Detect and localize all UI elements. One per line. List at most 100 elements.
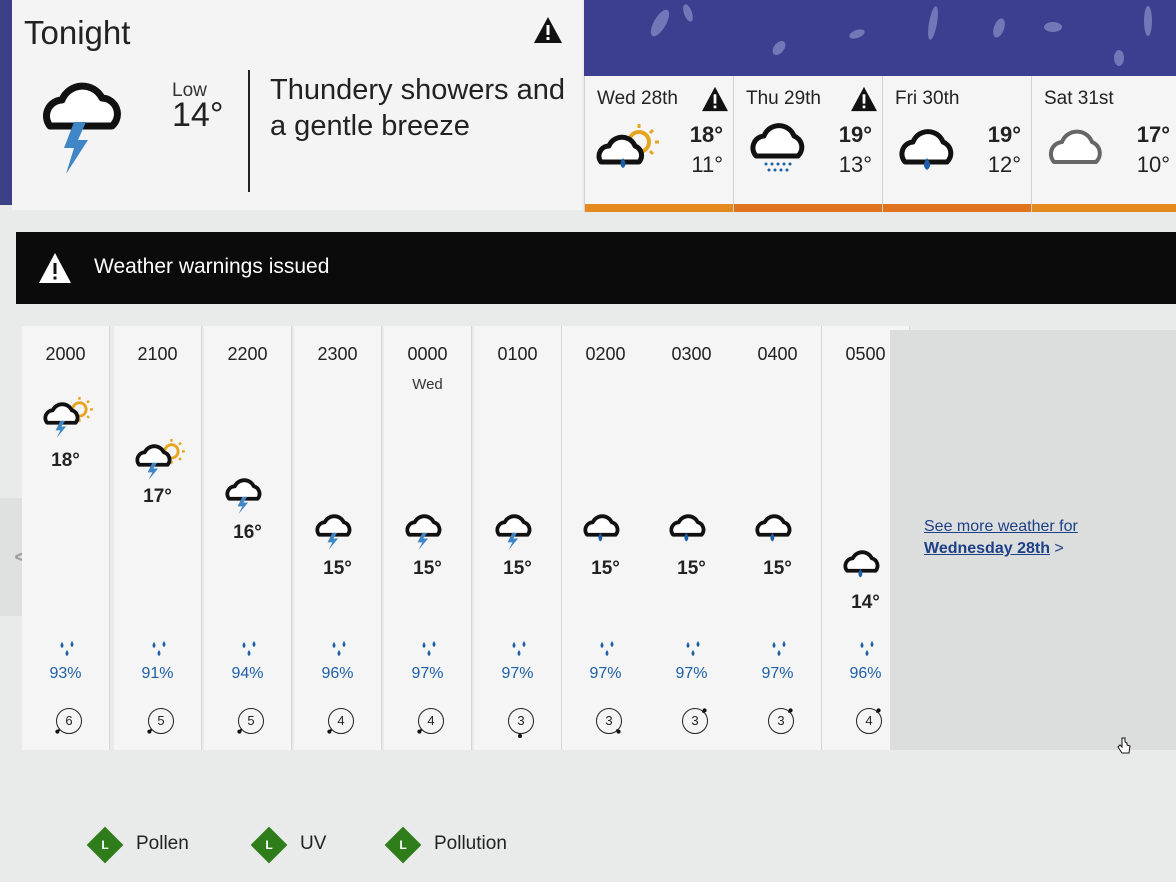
wind-speed: 3 (768, 708, 794, 734)
uv-label: UV (300, 833, 327, 854)
weather-background-image (584, 0, 1176, 76)
day-card-wed[interactable]: Wed 28th 18° 11° (584, 76, 733, 212)
rain-chance: 97% (501, 665, 534, 682)
wind-direction-icon: 4 (412, 706, 448, 738)
pollution-level: L (399, 838, 407, 852)
warning-triangle-icon (702, 86, 728, 112)
day-name: Sat 31st (1044, 88, 1114, 109)
hour-column: 2300 15° 96% 4 (294, 326, 382, 750)
hour-time: 2100 (137, 344, 178, 364)
day-name: Thu 29th (746, 88, 821, 109)
wind-direction-icon: 5 (142, 706, 178, 738)
tonight-title: Tonight (24, 14, 131, 51)
wind-speed: 3 (596, 708, 622, 734)
raindrops-icon (768, 640, 792, 660)
tonight-panel: Tonight Low 14° Thundery showers and a g… (12, 0, 582, 210)
background-edge (0, 0, 12, 205)
raindrops-icon (328, 640, 352, 660)
wind-speed: 5 (148, 708, 174, 734)
tonight-description: Thundery showers and a gentle breeze (270, 74, 565, 142)
pollen-level: L (101, 838, 109, 852)
rain-chance: 97% (761, 665, 794, 682)
hour-column: 2000 18° 93% 6 (22, 326, 110, 750)
hour-time: 2300 (317, 344, 358, 364)
day-card-thu[interactable]: Thu 29th 19° 13° (733, 76, 882, 212)
day-card-sat[interactable]: Sat 31st 17° 10° (1031, 76, 1176, 212)
wind-direction-icon: 6 (50, 706, 86, 738)
sunny-intervals-rain-icon (596, 124, 659, 168)
hour-column: 0200 15° 97% 3 (562, 326, 650, 750)
pollen-label: Pollen (136, 833, 189, 854)
see-more-link[interactable]: See more weather for (924, 518, 1078, 536)
high-temperature: 18° (689, 122, 723, 147)
wind-direction-icon: 4 (322, 706, 358, 738)
hour-column: 0000 Wed 15° 97% 4 (384, 326, 472, 750)
divider (248, 70, 250, 192)
day-name: Wed 28th (597, 88, 678, 109)
hour-time: 2000 (45, 344, 86, 364)
rain-moon-icon (666, 508, 722, 550)
hour-column: 0100 15° 97% 3 (474, 326, 562, 750)
thunder-sun-icon (40, 396, 96, 438)
drizzle-cloud-icon (750, 123, 805, 172)
uv-level: L (265, 838, 273, 852)
hour-time: 0200 (585, 344, 626, 364)
raindrops-icon (508, 640, 532, 660)
raindrops-icon (856, 640, 880, 660)
rain-moon-icon (752, 508, 808, 550)
rain-chance: 97% (675, 665, 708, 682)
warning-triangle-icon (534, 17, 562, 43)
rain-moon-icon (840, 544, 896, 586)
warning-triangle-icon (39, 253, 71, 283)
wind-direction-icon: 3 (676, 706, 712, 738)
raindrops-icon (596, 640, 620, 660)
hour-time: 0100 (497, 344, 538, 364)
see-more-day-link[interactable]: Wednesday 28th > (924, 540, 1064, 558)
wind-direction-icon: 5 (232, 706, 268, 738)
weather-warning-banner[interactable]: Weather warnings issued (16, 232, 1176, 304)
wind-direction-icon: 3 (762, 706, 798, 738)
low-temperature: 11° (691, 152, 723, 177)
hour-temperature: 16° (233, 522, 262, 543)
hand-cursor-icon (1117, 737, 1131, 754)
day-card-fri[interactable]: Fri 30th 19° 12° (882, 76, 1031, 212)
thunder-moon-icon (222, 472, 278, 514)
wind-speed: 3 (508, 708, 534, 734)
temperature-bar (1032, 204, 1176, 212)
high-temperature: 17° (1136, 122, 1170, 147)
chevron-right-icon: > (1054, 540, 1064, 557)
rain-chance: 97% (589, 665, 622, 682)
hour-temperature: 15° (503, 558, 532, 579)
raindrops-icon (238, 640, 262, 660)
thunder-moon-icon (312, 508, 368, 550)
thunder-shower-night-icon (43, 70, 130, 174)
rain-chance: 96% (321, 665, 354, 682)
thunder-moon-icon (402, 508, 458, 550)
rain-chance: 97% (411, 665, 444, 682)
hour-column: 2100 17° 91% 5 (114, 326, 202, 750)
low-temperature: 10° (1136, 152, 1170, 177)
hour-column: 2200 16° 94% 5 (204, 326, 292, 750)
cloud-icon (1048, 129, 1102, 164)
thunder-moon-icon (492, 508, 548, 550)
raindrops-icon (148, 640, 172, 660)
hour-time: 0400 (757, 344, 798, 364)
low-temperature: 14° (172, 96, 224, 134)
wind-speed: 4 (328, 708, 354, 734)
hour-temperature: 15° (323, 558, 352, 579)
wind-direction-icon: 3 (502, 706, 538, 738)
hour-temperature: 15° (677, 558, 706, 579)
hour-temperature: 17° (143, 486, 172, 507)
warning-triangle-icon (851, 86, 877, 112)
hour-time: 0300 (671, 344, 712, 364)
rain-chance: 94% (231, 665, 264, 682)
thunder-sun-icon (132, 438, 188, 480)
hour-temperature: 15° (591, 558, 620, 579)
wind-speed: 4 (418, 708, 444, 734)
rain-moon-icon (580, 508, 636, 550)
hour-column: 0400 15° 97% 3 (734, 326, 822, 750)
see-more-panel: See more weather for Wednesday 28th > (890, 330, 1176, 750)
hour-temperature: 18° (51, 450, 80, 471)
temperature-bar (734, 204, 882, 212)
rain-chance: 93% (49, 665, 82, 682)
